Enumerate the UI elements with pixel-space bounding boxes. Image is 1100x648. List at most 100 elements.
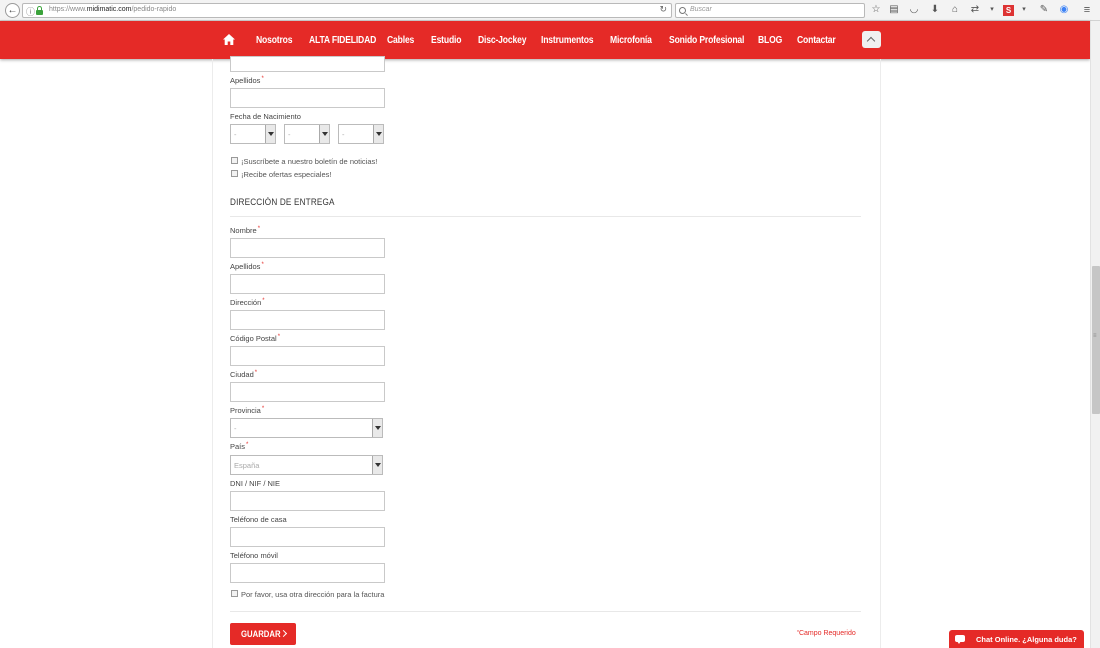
pais-select[interactable]: España [230, 455, 383, 475]
url-prefix: https://www. [49, 6, 87, 13]
page-scrollbar[interactable] [1090, 21, 1100, 648]
wand-icon[interactable]: ✎ [1037, 3, 1051, 17]
apellidos-personal-label: Apellidos* [230, 76, 264, 85]
required-marker: * [277, 334, 281, 340]
direccion-input[interactable] [230, 310, 385, 330]
reload-icon[interactable]: ↻ [659, 4, 667, 15]
nombre-label: Nombre* [230, 226, 260, 235]
codigo-postal-label: Código Postal* [230, 334, 280, 343]
url-domain: midimatic.com [86, 6, 132, 13]
chevron-right-icon [279, 629, 288, 638]
select-value: - [234, 424, 237, 433]
birth-day-select[interactable]: - [230, 124, 276, 144]
birth-year-select[interactable]: - [338, 124, 384, 144]
select-value: España [234, 461, 260, 470]
nav-item-contactar[interactable]: Contactar [797, 35, 836, 46]
browser-toolbar: ← ⓘ https://www.midimatic.com/pedido-rap… [0, 0, 1100, 21]
nav-item-blog[interactable]: BLOG [758, 35, 782, 46]
delivery-section-title: DIRECCIÓN DE ENTREGA [230, 197, 335, 208]
url-text: https://www.midimatic.com/pedido-rapido [49, 6, 176, 13]
label-text: Apellidos [230, 262, 261, 271]
search-icon [679, 7, 686, 14]
back-button[interactable]: ← [5, 3, 20, 18]
label-text: Apellidos [230, 76, 261, 85]
nav-item-instrumentos[interactable]: Instrumentos [541, 35, 594, 46]
provincia-select[interactable]: - [230, 418, 383, 438]
address-bar[interactable]: ⓘ https://www.midimatic.com/pedido-rapid… [22, 3, 672, 18]
nav-item-nosotros[interactable]: Nosotros [256, 35, 293, 46]
section-divider [230, 216, 861, 217]
nav-item-disc-jockey[interactable]: Disc-Jockey [478, 35, 526, 46]
required-marker: * [261, 262, 264, 268]
required-note-text: Campo Requerido [798, 630, 856, 637]
apellidos-personal-input[interactable] [230, 88, 385, 108]
required-marker: * [246, 442, 249, 448]
info-icon[interactable]: ⓘ [26, 5, 35, 18]
chevron-down-icon [265, 125, 275, 143]
addon-s-icon[interactable]: S [1003, 5, 1014, 16]
chevron-down-icon [372, 456, 382, 474]
offers-label: ¡Recibe ofertas especiales! [241, 170, 332, 179]
search-bar[interactable]: Buscar [675, 3, 865, 18]
scroll-top-button[interactable] [862, 31, 881, 48]
chevron-down-icon [373, 125, 383, 143]
dni-label: DNI / NIF / NIE [230, 479, 281, 488]
telefono-movil-input[interactable] [230, 563, 385, 583]
nav-item-sonido-profesional[interactable]: Sonido Profesional [669, 35, 744, 46]
home-icon[interactable] [223, 34, 235, 45]
nav-item-cables[interactable]: Cables [387, 35, 414, 46]
chat-bubble-icon [955, 635, 965, 644]
nav-item-estudio[interactable]: Estudio [431, 35, 462, 46]
download-icon[interactable]: ⬇ [928, 3, 942, 17]
form-divider [230, 611, 861, 612]
nombre-input[interactable] [230, 238, 385, 258]
dni-input[interactable] [230, 491, 385, 511]
other-invoice-address-checkbox[interactable] [231, 590, 238, 597]
save-button-label: GUARDAR [241, 629, 281, 639]
site-header: Nosotros ALTA FIDELIDAD Cables Estudio D… [0, 21, 1090, 59]
ciudad-label: Ciudad* [230, 370, 257, 379]
label-text: País [230, 442, 246, 451]
newsletter-checkbox[interactable] [231, 157, 238, 164]
ciudad-input[interactable] [230, 382, 385, 402]
birth-month-select[interactable]: - [284, 124, 330, 144]
reading-list-icon[interactable]: ▤ [887, 3, 901, 17]
back-arrow-icon: ← [7, 5, 18, 16]
offers-checkbox[interactable] [231, 170, 238, 177]
chat-widget-button[interactable]: Chat Online. ¿Alguna duda? [949, 630, 1084, 648]
newsletter-label: ¡Suscríbete a nuestro boletín de noticia… [241, 157, 378, 166]
dropdown-icon[interactable]: ▾ [985, 3, 999, 17]
bookmark-star-icon[interactable]: ☆ [869, 3, 883, 17]
home-browser-icon[interactable]: ⌂ [948, 3, 962, 17]
apellidos-input[interactable] [230, 274, 385, 294]
chevron-down-icon [319, 125, 329, 143]
lock-icon [36, 6, 43, 15]
extension-icon[interactable]: ⇄ [968, 3, 982, 17]
telefono-casa-input[interactable] [230, 527, 385, 547]
chevron-down-icon [372, 419, 382, 437]
select-value: - [234, 130, 237, 139]
label-text: Ciudad [230, 370, 254, 379]
required-marker: * [261, 76, 264, 82]
required-marker: * [262, 298, 265, 304]
required-marker: * [261, 406, 265, 412]
select-value: - [342, 130, 345, 139]
pocket-icon[interactable]: ◡ [907, 3, 921, 17]
birthdate-label: Fecha de Nacimiento [230, 112, 301, 121]
required-field-note: *Campo Requerido [797, 630, 856, 637]
telefono-movil-label: Teléfono móvil [230, 551, 278, 560]
telefono-casa-label: Teléfono de casa [230, 515, 287, 524]
nav-item-microfonia[interactable]: Microfonía [610, 35, 652, 46]
save-button[interactable]: GUARDAR [230, 623, 296, 645]
nav-item-alta-fidelidad[interactable]: ALTA FIDELIDAD [309, 35, 376, 46]
sync-icon[interactable]: ◉ [1057, 3, 1071, 17]
required-marker: * [257, 226, 261, 232]
label-text: Provincia [230, 406, 261, 415]
dropdown-icon[interactable]: ▾ [1017, 3, 1031, 17]
scrollbar-thumb[interactable] [1092, 266, 1100, 414]
provincia-label: Provincia* [230, 406, 264, 415]
codigo-postal-input[interactable] [230, 346, 385, 366]
pais-label: País* [230, 442, 248, 451]
nombre-personal-input[interactable] [230, 56, 385, 72]
menu-icon[interactable]: ≡ [1080, 3, 1094, 17]
